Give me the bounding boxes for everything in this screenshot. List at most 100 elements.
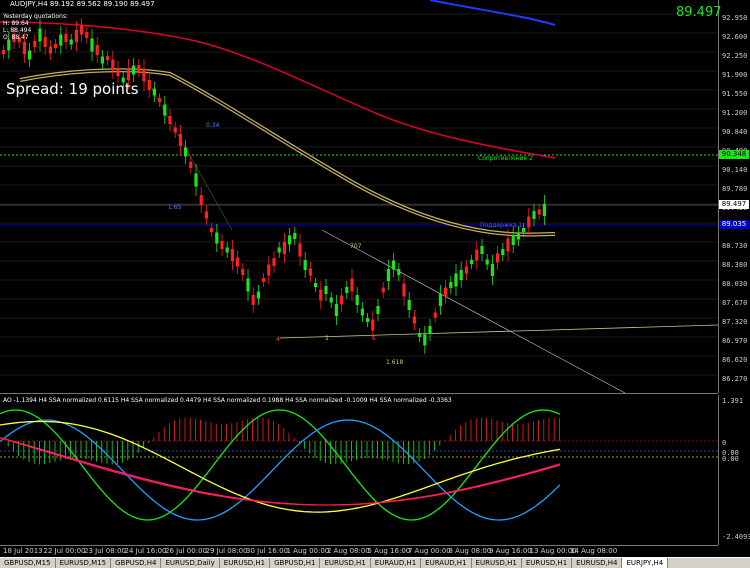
candle-body (194, 173, 198, 187)
candle-body (241, 269, 245, 275)
candle-body (22, 42, 26, 54)
candle-body (7, 39, 11, 51)
time-axis-label: 26 Jul 00:00 (165, 547, 207, 555)
price-axis-label: 91.550 (722, 90, 748, 98)
candle-body (158, 98, 162, 102)
candle-body (178, 134, 182, 146)
candle-body (340, 295, 344, 305)
oscillator-canvas (0, 409, 718, 521)
price-axis-label: 87.670 (722, 299, 748, 307)
candle-body (90, 38, 94, 52)
trend-line (279, 324, 719, 339)
spread-label: Spread: 19 points (6, 80, 139, 98)
time-axis-label: 2 Aug 08:00 (327, 547, 370, 555)
osc-axis-label: 0 (722, 439, 727, 447)
candle-body (433, 312, 437, 318)
candle-body (48, 46, 52, 54)
price-axis-label: 89.780 (722, 185, 748, 193)
price-axis-label: 88.730 (722, 242, 748, 250)
candle-body (392, 260, 396, 270)
candle-body (376, 306, 380, 314)
candle-body (246, 278, 250, 292)
yesterday-quotations: Yesterday quotations: H: 89.64 L: 88.494… (3, 13, 68, 41)
candle-body (116, 68, 120, 76)
candle-body (126, 68, 130, 80)
blue-ma-line (429, 0, 556, 26)
wave-label-1a: 1 (325, 335, 329, 342)
wave-label-4: 4 (276, 336, 280, 343)
candle-body (80, 25, 84, 35)
price-chart-canvas (0, 0, 719, 394)
chart-tabs: GBPUSD,M15 EURUSD,M15 GBPUSD,H4 EURUSD,Dail… (0, 557, 750, 568)
candle-body (95, 45, 99, 55)
support-label: Поддержка 1 (480, 222, 523, 229)
price-axis-label: 88.380 (722, 261, 748, 269)
price-axis-label: 91.900 (722, 71, 748, 79)
candle-body (100, 56, 104, 64)
quotes-open: O: 88.47 (3, 34, 29, 41)
fib-label-1618: 1.618 (386, 359, 404, 366)
candle-body (230, 249, 234, 261)
candle-body (428, 326, 432, 334)
candle-body (204, 211, 208, 219)
candle-body (360, 308, 364, 316)
candle-body (475, 249, 479, 261)
candle-body (527, 216, 531, 228)
candle-body (324, 286, 328, 294)
resistance-price-tag: 90.348 (719, 150, 749, 159)
candle-body (314, 283, 318, 287)
candle-body (449, 282, 453, 288)
candle-body (215, 232, 219, 244)
candle-body (106, 56, 110, 60)
wave-label-707: 707 (350, 243, 362, 250)
osc-axis-label: 1.391 (722, 397, 744, 405)
time-axis-label: 7 Aug 00:00 (408, 547, 451, 555)
price-axis-label: 90.840 (722, 128, 748, 136)
price-axis-label: 90.140 (722, 166, 748, 174)
time-axis-label: 5 Aug 16:00 (367, 547, 411, 555)
candle-body (74, 30, 78, 42)
candle-body (220, 241, 224, 249)
candle-body (366, 318, 370, 322)
trend-line (321, 229, 626, 394)
time-axis-label: 29 Jul 08:00 (205, 547, 248, 555)
candle-body (69, 39, 73, 45)
fib-label-165: 1.65 (168, 204, 182, 211)
candle-body (33, 41, 37, 47)
current-price-display: 89.497 (676, 5, 722, 20)
candle-body (345, 287, 349, 293)
candle-body (277, 247, 281, 253)
osc-axis-label: -2.40933 (722, 533, 750, 541)
candle-body (298, 243, 302, 257)
terminal-window: 92.950 92.600 92.250 91.900 91.550 91.200 90.8… (0, 0, 750, 568)
candle-body (267, 264, 271, 276)
candle-body (444, 287, 448, 297)
candle-body (199, 195, 203, 205)
fib-label-034: 0.34 (206, 122, 220, 129)
candle-body (459, 270, 463, 280)
candle-body (236, 257, 240, 267)
candle-body (355, 295, 359, 305)
candle-body (407, 300, 411, 310)
price-axis-label: 88.030 (722, 280, 748, 288)
candle-body (147, 80, 151, 90)
quotes-title: Yesterday quotations: (3, 13, 68, 20)
candle-body (319, 289, 323, 301)
candle-body (412, 316, 416, 324)
oscillator-chart[interactable] (0, 395, 718, 545)
price-axis: 92.950 92.600 92.250 91.900 91.550 91.200 90.8… (718, 0, 750, 393)
candle-body (371, 319, 375, 331)
resistance-label: Сопротивление 2 (478, 155, 533, 162)
candle-body (168, 116, 172, 124)
wave-label-1b: 1 (372, 335, 376, 342)
candle-body (225, 247, 229, 253)
price-axis-label: 86.620 (722, 356, 748, 364)
candle-body (542, 204, 546, 216)
candle-body (54, 44, 58, 48)
price-axis-label: 92.250 (722, 52, 748, 60)
price-chart[interactable] (0, 0, 719, 394)
candle-body (173, 127, 177, 133)
candle-body (334, 304, 338, 316)
candle-body (511, 235, 515, 245)
price-axis-label: 92.600 (722, 33, 748, 41)
